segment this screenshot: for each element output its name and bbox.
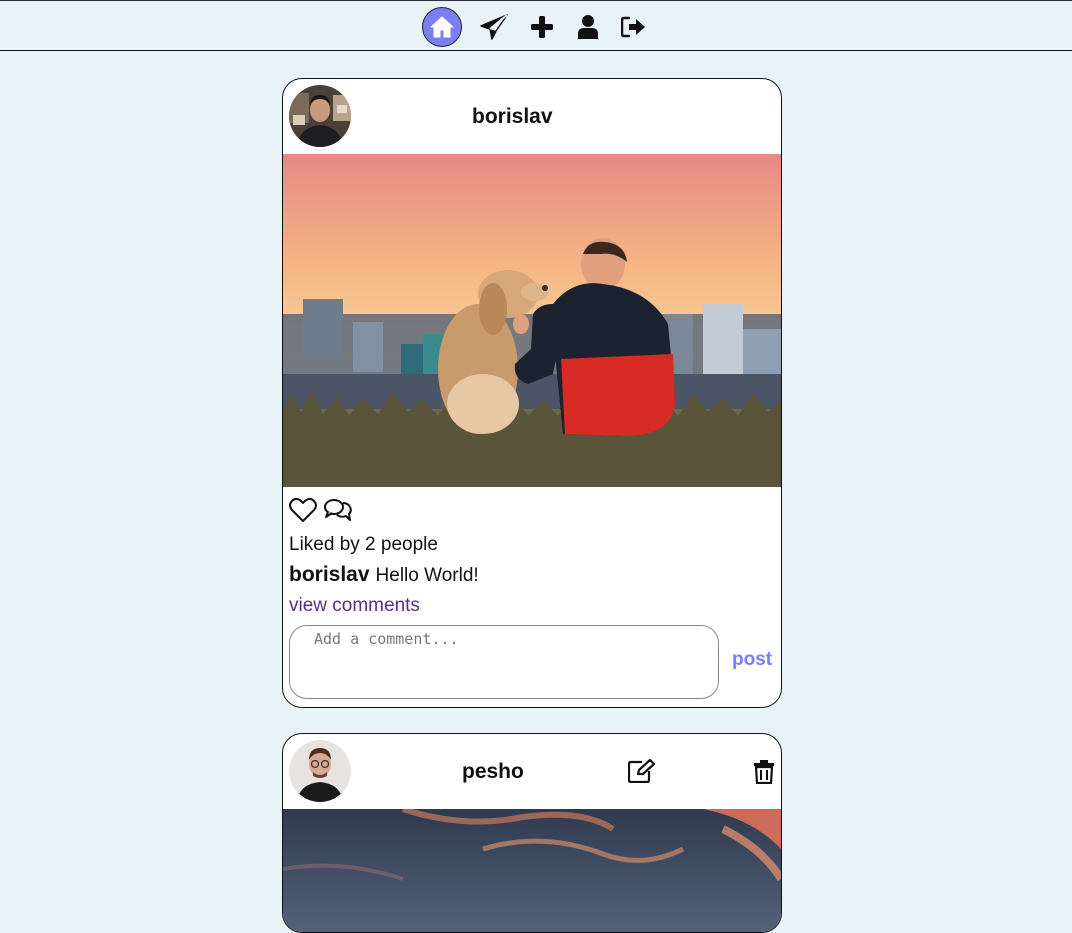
post-caption: borislav Hello World!	[289, 563, 479, 587]
view-comments-link[interactable]: view comments	[289, 595, 420, 617]
post-card: borislav Liked by 2 people borislav Hell…	[282, 78, 782, 708]
avatar-image	[289, 740, 351, 802]
logout-icon	[621, 16, 645, 38]
send-icon	[480, 14, 508, 40]
profile-button[interactable]	[568, 7, 608, 47]
avatar[interactable]	[289, 740, 351, 802]
caption-text: Hello World!	[375, 565, 479, 586]
edit-icon[interactable]	[628, 759, 656, 783]
caption-username[interactable]: borislav	[289, 563, 370, 586]
home-icon	[430, 16, 454, 38]
plus-icon	[531, 16, 553, 38]
top-nav-bar	[0, 0, 1072, 51]
user-icon	[578, 15, 598, 39]
post-username[interactable]: pesho	[462, 760, 524, 784]
avatar[interactable]	[289, 85, 351, 147]
home-button[interactable]	[422, 7, 462, 47]
trash-icon[interactable]	[754, 760, 774, 784]
heart-icon[interactable]	[289, 497, 317, 523]
send-button[interactable]	[474, 7, 514, 47]
post-username[interactable]: borislav	[472, 105, 553, 129]
comment-input[interactable]	[289, 625, 719, 699]
post-image	[283, 154, 781, 487]
post-actions	[289, 497, 353, 523]
post-card: pesho	[282, 733, 782, 933]
likes-count: Liked by 2 people	[289, 534, 438, 555]
post-image	[283, 809, 781, 932]
logout-button[interactable]	[614, 7, 654, 47]
post-comment-button[interactable]: post	[732, 649, 772, 671]
create-post-button[interactable]	[522, 7, 562, 47]
comments-icon[interactable]	[323, 497, 353, 523]
avatar-image	[289, 85, 351, 147]
